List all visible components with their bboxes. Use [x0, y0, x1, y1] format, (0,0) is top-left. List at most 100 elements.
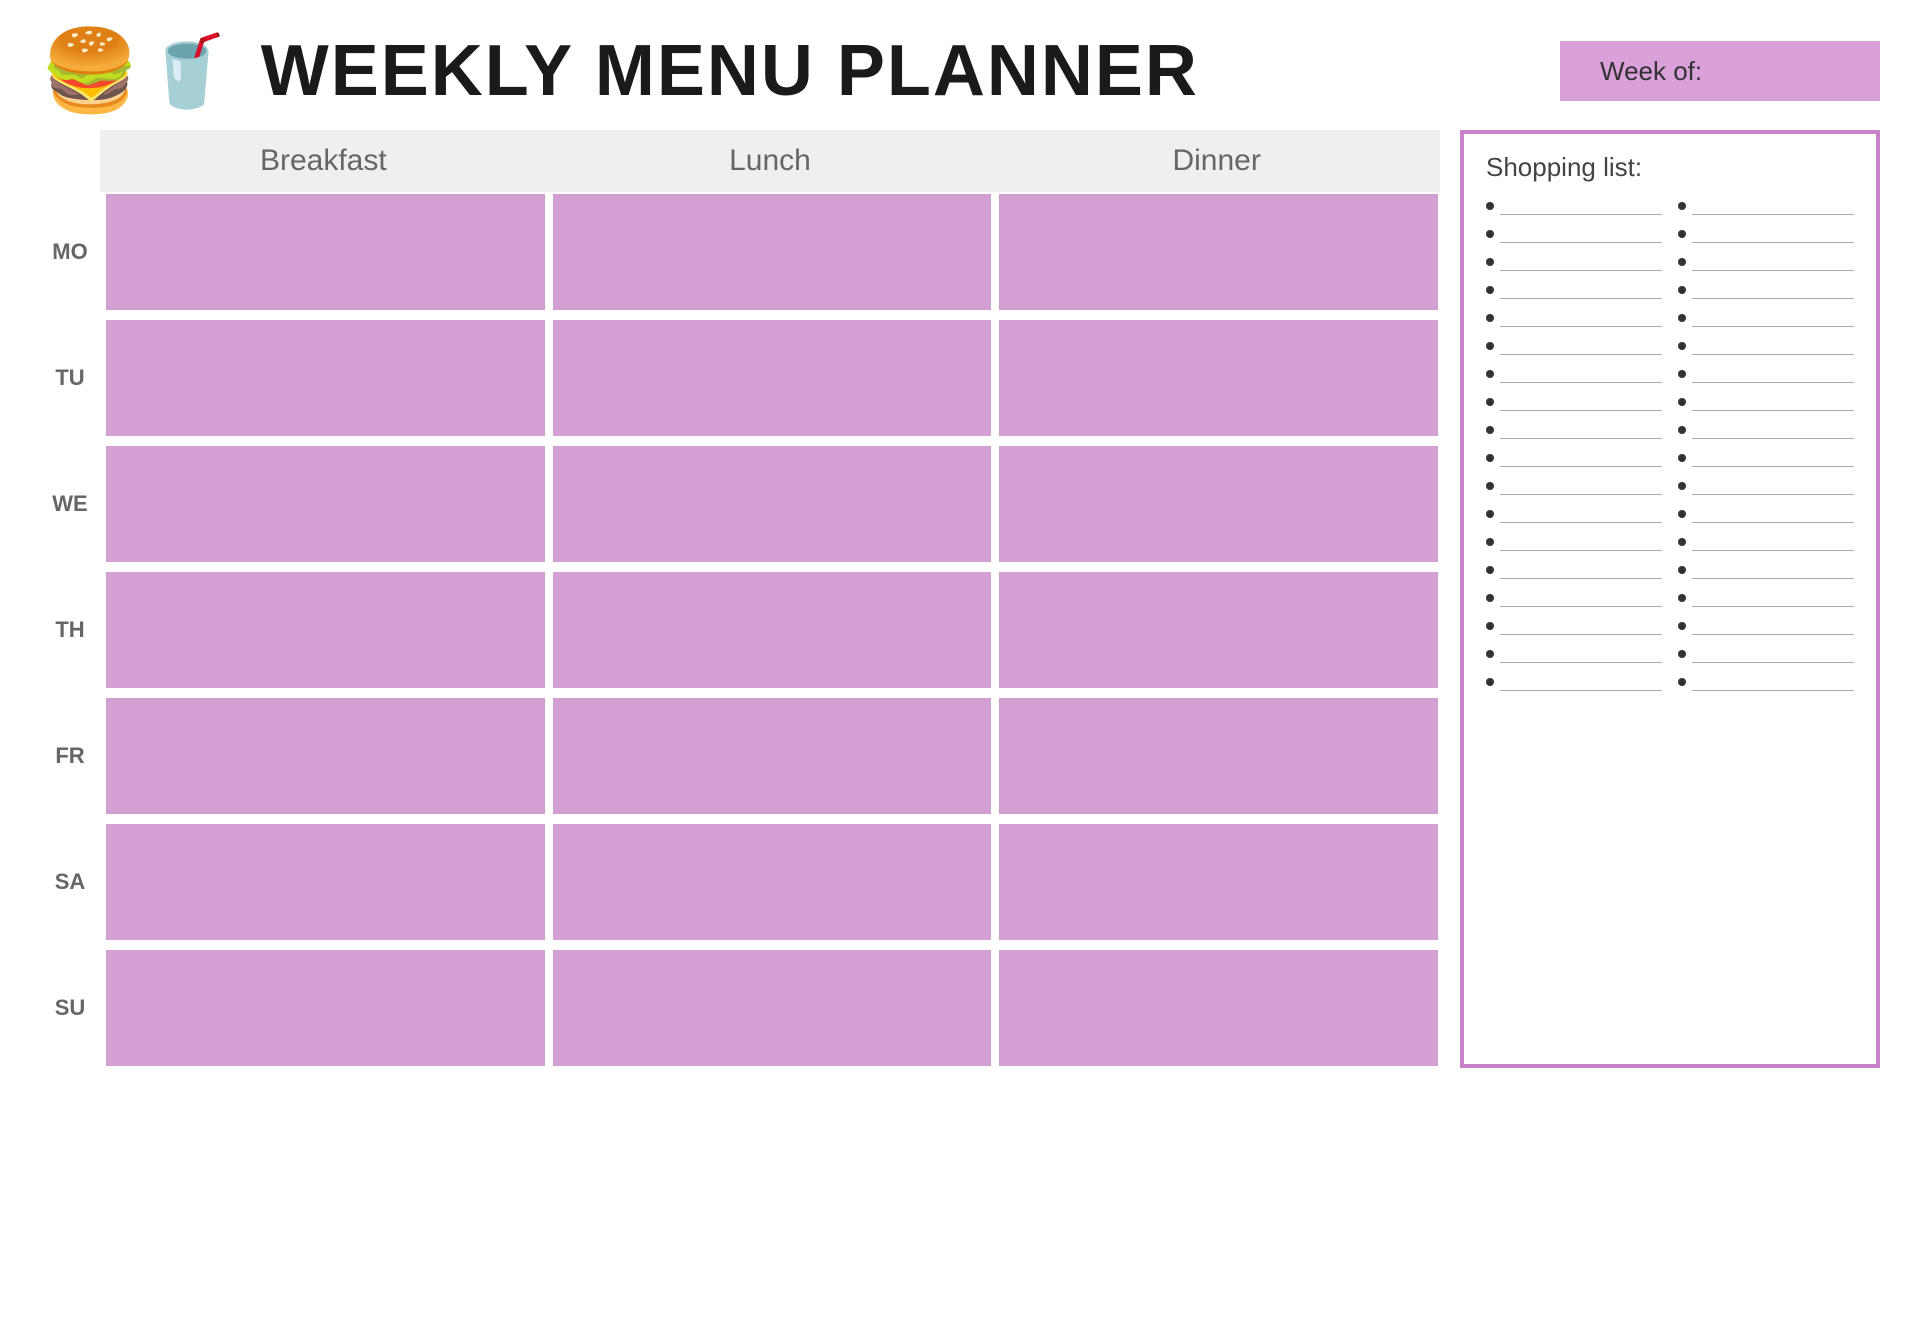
list-item[interactable] [1486, 337, 1662, 355]
list-item[interactable] [1486, 421, 1662, 439]
item-line[interactable] [1692, 225, 1854, 243]
dinner-mo[interactable] [997, 192, 1440, 312]
item-line[interactable] [1500, 477, 1662, 495]
week-of-box[interactable]: Week of: [1560, 41, 1880, 101]
lunch-tu[interactable] [551, 318, 994, 438]
item-line[interactable] [1500, 449, 1662, 467]
list-item[interactable] [1486, 449, 1662, 467]
bullet-icon [1486, 342, 1494, 350]
list-item[interactable] [1678, 197, 1854, 215]
item-line[interactable] [1692, 365, 1854, 383]
dinner-th[interactable] [997, 570, 1440, 690]
item-line[interactable] [1500, 421, 1662, 439]
list-item[interactable] [1678, 533, 1854, 551]
lunch-th[interactable] [551, 570, 994, 690]
breakfast-fr[interactable] [104, 696, 547, 816]
item-line[interactable] [1500, 225, 1662, 243]
dinner-sa[interactable] [997, 822, 1440, 942]
list-item[interactable] [1486, 561, 1662, 579]
list-item[interactable] [1678, 225, 1854, 243]
list-item[interactable] [1678, 561, 1854, 579]
list-item[interactable] [1486, 673, 1662, 691]
list-item[interactable] [1678, 393, 1854, 411]
item-line[interactable] [1500, 337, 1662, 355]
day-label-tu: TU [40, 318, 100, 438]
item-line[interactable] [1692, 617, 1854, 635]
item-line[interactable] [1692, 421, 1854, 439]
list-item[interactable] [1678, 421, 1854, 439]
breakfast-we[interactable] [104, 444, 547, 564]
breakfast-tu[interactable] [104, 318, 547, 438]
bullet-icon [1678, 454, 1686, 462]
lunch-su[interactable] [551, 948, 994, 1068]
list-item[interactable] [1486, 225, 1662, 243]
item-line[interactable] [1500, 589, 1662, 607]
list-item[interactable] [1486, 645, 1662, 663]
breakfast-th[interactable] [104, 570, 547, 690]
item-line[interactable] [1500, 561, 1662, 579]
list-item[interactable] [1486, 281, 1662, 299]
item-line[interactable] [1692, 561, 1854, 579]
bullet-icon [1678, 594, 1686, 602]
item-line[interactable] [1692, 673, 1854, 691]
breakfast-su[interactable] [104, 948, 547, 1068]
list-item[interactable] [1678, 365, 1854, 383]
list-item[interactable] [1678, 645, 1854, 663]
item-line[interactable] [1500, 617, 1662, 635]
item-line[interactable] [1500, 309, 1662, 327]
item-line[interactable] [1500, 505, 1662, 523]
list-item[interactable] [1678, 309, 1854, 327]
item-line[interactable] [1500, 393, 1662, 411]
item-line[interactable] [1692, 281, 1854, 299]
lunch-fr[interactable] [551, 696, 994, 816]
item-line[interactable] [1692, 477, 1854, 495]
list-item[interactable] [1486, 309, 1662, 327]
list-item[interactable] [1678, 253, 1854, 271]
dinner-tu[interactable] [997, 318, 1440, 438]
list-item[interactable] [1486, 253, 1662, 271]
item-line[interactable] [1692, 393, 1854, 411]
breakfast-mo[interactable] [104, 192, 547, 312]
list-item[interactable] [1486, 505, 1662, 523]
lunch-sa[interactable] [551, 822, 994, 942]
item-line[interactable] [1692, 645, 1854, 663]
item-line[interactable] [1500, 197, 1662, 215]
item-line[interactable] [1692, 309, 1854, 327]
list-item[interactable] [1486, 477, 1662, 495]
item-line[interactable] [1500, 253, 1662, 271]
item-line[interactable] [1692, 253, 1854, 271]
list-item[interactable] [1486, 393, 1662, 411]
lunch-we[interactable] [551, 444, 994, 564]
breakfast-sa[interactable] [104, 822, 547, 942]
list-item[interactable] [1678, 505, 1854, 523]
item-line[interactable] [1692, 505, 1854, 523]
item-line[interactable] [1692, 589, 1854, 607]
list-item[interactable] [1678, 281, 1854, 299]
bullet-icon [1486, 286, 1494, 294]
item-line[interactable] [1500, 365, 1662, 383]
item-line[interactable] [1500, 645, 1662, 663]
list-item[interactable] [1678, 449, 1854, 467]
dinner-we[interactable] [997, 444, 1440, 564]
bullet-icon [1486, 622, 1494, 630]
list-item[interactable] [1486, 197, 1662, 215]
item-line[interactable] [1692, 533, 1854, 551]
dinner-fr[interactable] [997, 696, 1440, 816]
list-item[interactable] [1486, 589, 1662, 607]
lunch-mo[interactable] [551, 192, 994, 312]
dinner-su[interactable] [997, 948, 1440, 1068]
list-item[interactable] [1486, 365, 1662, 383]
list-item[interactable] [1486, 617, 1662, 635]
item-line[interactable] [1500, 533, 1662, 551]
item-line[interactable] [1692, 197, 1854, 215]
item-line[interactable] [1692, 449, 1854, 467]
list-item[interactable] [1678, 589, 1854, 607]
list-item[interactable] [1486, 533, 1662, 551]
list-item[interactable] [1678, 337, 1854, 355]
item-line[interactable] [1692, 337, 1854, 355]
list-item[interactable] [1678, 617, 1854, 635]
item-line[interactable] [1500, 673, 1662, 691]
item-line[interactable] [1500, 281, 1662, 299]
list-item[interactable] [1678, 477, 1854, 495]
list-item[interactable] [1678, 673, 1854, 691]
